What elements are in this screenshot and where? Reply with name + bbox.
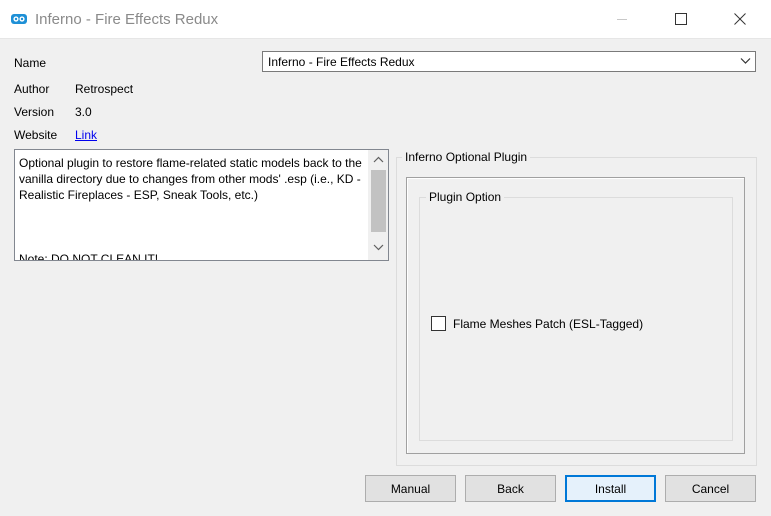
scrollbar-thumb[interactable] [371, 170, 386, 232]
chevron-down-icon [740, 58, 751, 64]
optional-plugin-group-title: Inferno Optional Plugin [402, 150, 531, 164]
author-value: Retrospect [75, 82, 134, 96]
scroll-up-icon[interactable] [373, 156, 384, 163]
scroll-down-icon[interactable] [373, 244, 384, 251]
name-select-value: Inferno - Fire Effects Redux [268, 55, 415, 69]
description-scrollbar[interactable] [368, 150, 388, 260]
back-button[interactable]: Back [465, 475, 556, 502]
description-textbox[interactable]: Optional plugin to restore flame-related… [14, 149, 389, 261]
version-value: 3.0 [75, 105, 92, 119]
description-text: Optional plugin to restore flame-related… [19, 156, 366, 202]
plugin-option-group-title: Plugin Option [426, 190, 505, 204]
version-label: Version [14, 105, 55, 119]
maximize-icon [675, 13, 687, 25]
mod-organizer-icon [11, 14, 27, 24]
author-label: Author [14, 82, 50, 96]
title-bar[interactable]: Inferno - Fire Effects Redux [0, 0, 771, 39]
description-note: Note: DO NOT CLEAN IT! [19, 252, 159, 261]
maximize-button[interactable] [658, 0, 704, 38]
flame-meshes-patch-label[interactable]: Flame Meshes Patch (ESL-Tagged) [453, 317, 643, 331]
close-icon [734, 13, 746, 25]
minimize-icon [616, 18, 627, 20]
website-link[interactable]: Link [75, 128, 97, 142]
window-title: Inferno - Fire Effects Redux [35, 11, 219, 28]
cancel-button[interactable]: Cancel [665, 475, 756, 502]
website-label: Website [14, 128, 58, 142]
manual-button[interactable]: Manual [365, 475, 456, 502]
name-select[interactable]: Inferno - Fire Effects Redux [262, 51, 756, 72]
name-label: Name [14, 56, 47, 70]
close-button[interactable] [717, 0, 763, 38]
install-button[interactable]: Install [565, 475, 656, 502]
minimize-button[interactable] [599, 0, 645, 38]
flame-meshes-patch-checkbox[interactable] [431, 316, 446, 331]
